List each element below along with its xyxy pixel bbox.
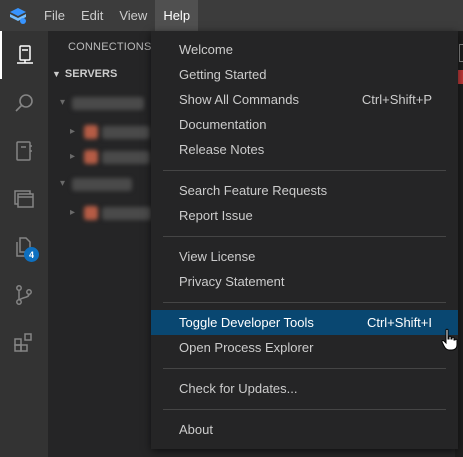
chevron-down-icon: ▼ xyxy=(52,69,61,79)
menu-file[interactable]: File xyxy=(36,0,73,31)
menu-item-label: Welcome xyxy=(179,42,233,57)
menu-item-label: Documentation xyxy=(179,117,267,132)
search-icon[interactable] xyxy=(0,79,48,127)
app-logo-icon xyxy=(0,0,36,31)
keybinding-label: Ctrl+Shift+I xyxy=(366,315,432,330)
menu-separator xyxy=(163,408,446,410)
extensions-icon[interactable] xyxy=(0,319,48,367)
menu-item-label: Toggle Developer Tools xyxy=(179,315,314,330)
editor-tab-edge xyxy=(459,44,463,62)
menu-item-about[interactable]: About xyxy=(151,417,458,442)
chevron-icon: ▾ xyxy=(60,97,66,108)
sidebar-title: CONNECTIONS xyxy=(68,41,152,53)
chevron-icon: ▾ xyxy=(60,178,66,189)
notebook-icon[interactable] xyxy=(0,127,48,175)
badge-count: 4 xyxy=(24,247,39,262)
hand-cursor-icon xyxy=(441,328,458,351)
menu-item-label: View License xyxy=(179,249,256,264)
menu-help[interactable]: Help xyxy=(155,0,199,31)
menu-item-label: Check for Updates... xyxy=(179,381,298,396)
menu-item-label: Getting Started xyxy=(179,67,267,82)
menu-item-label: Release Notes xyxy=(179,142,265,157)
menu-item-label: Report Issue xyxy=(179,208,253,223)
menu-item-check-for-updates[interactable]: Check for Updates... xyxy=(151,376,458,401)
explorer-icon[interactable]: 4 xyxy=(0,223,48,271)
server-group-row[interactable] xyxy=(72,97,144,110)
menu-item-privacy-statement[interactable]: Privacy Statement xyxy=(151,269,458,294)
menu-item-search-feature-requests[interactable]: Search Feature Requests xyxy=(151,178,458,203)
menu-item-open-process-explorer[interactable]: Open Process Explorer xyxy=(151,335,458,360)
editor-marker xyxy=(458,70,463,84)
chevron-icon: ▸ xyxy=(70,151,76,162)
menu-item-label: Show All Commands xyxy=(179,92,299,107)
menu-item-show-all-commands[interactable]: Show All Commands Ctrl+Shift+P xyxy=(151,87,458,112)
menu-item-toggle-developer-tools[interactable]: Toggle Developer Tools Ctrl+Shift+I xyxy=(151,310,458,335)
menu-separator xyxy=(163,301,446,303)
activity-bar: 4 xyxy=(0,31,48,457)
windows-icon[interactable] xyxy=(0,175,48,223)
keybinding-label: Ctrl+Shift+P xyxy=(361,92,432,107)
server-row[interactable] xyxy=(102,207,152,220)
menu-separator xyxy=(163,367,446,369)
help-menu-dropdown: Welcome Getting Started Show All Command… xyxy=(151,31,458,449)
chevron-icon: ▸ xyxy=(70,207,76,218)
connections-icon[interactable] xyxy=(0,31,48,79)
menu-view[interactable]: View xyxy=(111,0,155,31)
menu-item-label: Search Feature Requests xyxy=(179,183,328,198)
menu-separator xyxy=(163,169,446,171)
source-control-icon[interactable] xyxy=(0,271,48,319)
server-row[interactable] xyxy=(102,151,150,164)
server-row[interactable] xyxy=(102,126,150,139)
chevron-icon: ▸ xyxy=(70,126,76,137)
server-group-row[interactable] xyxy=(72,178,132,191)
server-icon xyxy=(84,150,98,164)
menu-bar: File Edit View Help xyxy=(0,0,463,31)
menu-item-getting-started[interactable]: Getting Started xyxy=(151,62,458,87)
server-icon xyxy=(84,125,98,139)
server-icon xyxy=(84,206,98,220)
menu-item-label: Privacy Statement xyxy=(179,274,285,289)
menu-item-welcome[interactable]: Welcome xyxy=(151,37,458,62)
menu-edit[interactable]: Edit xyxy=(73,0,111,31)
menu-item-view-license[interactable]: View License xyxy=(151,244,458,269)
menu-separator xyxy=(163,235,446,237)
servers-section-label: SERVERS xyxy=(64,68,118,80)
menu-item-report-issue[interactable]: Report Issue xyxy=(151,203,458,228)
menu-item-label: About xyxy=(179,422,213,437)
servers-section[interactable]: ▼ SERVERS xyxy=(52,68,117,80)
menu-item-release-notes[interactable]: Release Notes xyxy=(151,137,458,162)
menu-item-documentation[interactable]: Documentation xyxy=(151,112,458,137)
menu-item-label: Open Process Explorer xyxy=(179,340,314,355)
